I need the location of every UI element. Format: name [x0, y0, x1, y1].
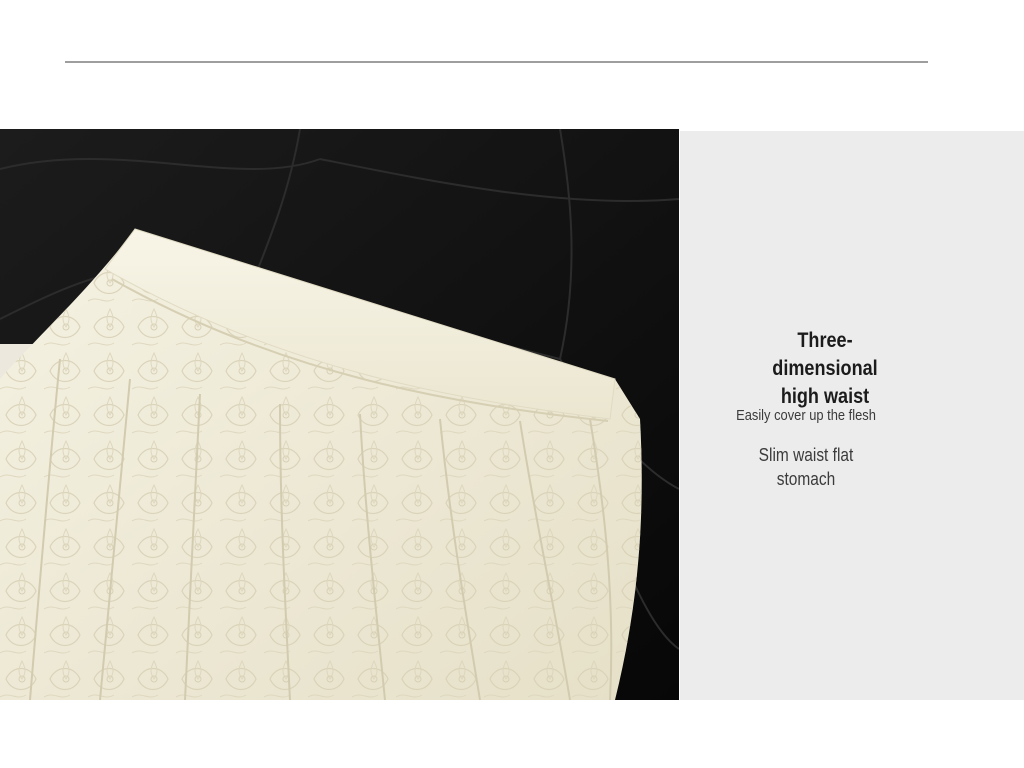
feature-detail-line1: Slim waist flat — [758, 445, 854, 465]
product-feature-page: Three-dimensional high waist Easily cove… — [0, 0, 1024, 768]
feature-subtitle: Easily cover up the flesh — [736, 407, 876, 424]
top-divider — [65, 61, 928, 63]
feature-panel: Three-dimensional high waist Easily cove… — [680, 131, 1024, 700]
feature-detail-line2: stomach — [776, 469, 836, 489]
feature-heading: Three-dimensional high waist — [752, 327, 898, 411]
feature-detail: Slim waist flat stomach — [749, 443, 863, 491]
product-photo — [0, 129, 679, 700]
feature-heading-line1: Three-dimensional — [772, 329, 878, 380]
